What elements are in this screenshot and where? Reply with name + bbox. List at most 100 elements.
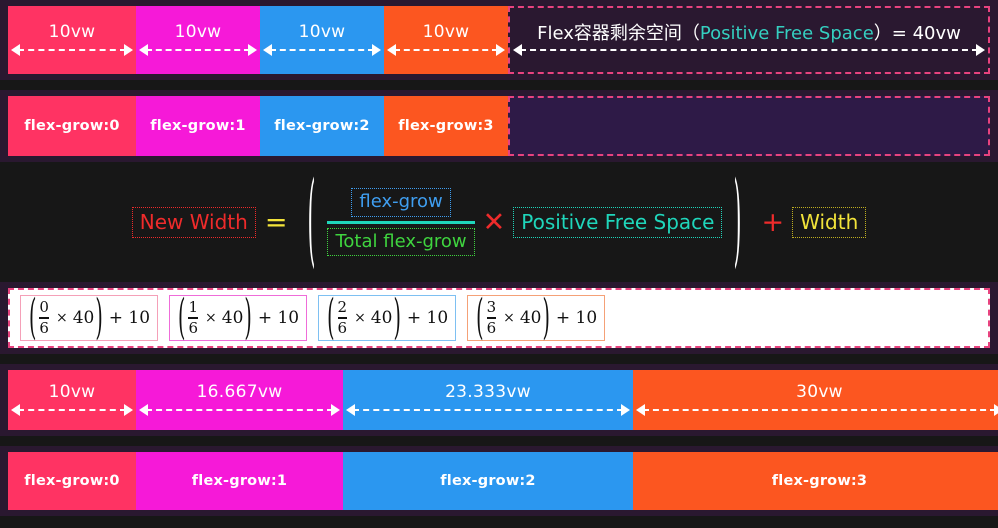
flex-grow-label: flex-grow:1 [191,473,288,489]
formula-equals: = [264,206,288,238]
measure-arrow [513,44,985,56]
fraction-bar [327,220,475,224]
formula-open-paren: ( [308,163,316,281]
calc-close-paren: ) [244,290,252,346]
size-label: 10vw [48,22,96,42]
measure-arrow [636,404,998,416]
calc-multiply-icon: × [205,310,217,326]
flex-grow-label: flex-grow:2 [274,118,370,134]
flex-grow-label: flex-grow:3 [398,118,494,134]
flex-grow-label: flex-grow:3 [771,473,868,489]
calc-fraction: 2 6 [337,298,348,337]
measure-arrow [387,44,505,56]
calculation-box: ( 2 6 × 40 ) + 10 [318,291,457,346]
calc-tail: + 10 [108,308,151,328]
flex-grow-cell: flex-grow:0 [8,96,136,156]
size-label: 10vw [174,22,222,42]
flex-grow-cell: flex-grow:1 [136,452,343,510]
calc-factor: 40 [370,308,393,328]
size-segment: 10vw [8,6,136,74]
section-divider [0,436,998,446]
calc-factor: 40 [221,308,244,328]
formula-width: Width [792,206,867,238]
flex-grow-cell: flex-grow:0 [8,452,136,510]
flex-grow-cell: flex-grow:3 [633,452,998,510]
size-segment: 23.333vw [343,370,633,430]
flex-grow-empty-space [508,96,990,156]
calc-numerator: 0 [39,298,49,317]
calc-open-paren: ( [178,290,186,346]
size-segment: 10vw [260,6,384,74]
flex-grow-cell: flex-grow:1 [136,96,260,156]
formula-region: New Width = ( flex-grow Total flex-grow … [0,162,998,282]
free-space-region: Flex容器剩余空间（Positive Free Space）= 40vw [508,6,990,74]
section-divider [0,80,998,90]
calc-tail: + 10 [257,308,300,328]
size-label: 30vw [796,382,843,402]
calculations-row: ( 0 6 × 40 ) + 10 ( 1 6 × 40 ) + 10 (2 … [0,282,998,354]
flex-grow-cell: flex-grow:2 [343,452,633,510]
free-space-accent: Positive Free Space [699,23,874,44]
size-segment: 10vw [136,6,260,74]
calc-tail: + 10 [555,308,598,328]
formula-fraction: flex-grow Total flex-grow [327,187,475,257]
initial-sizes-row: 10vw 10vw 10vw 10vw Flex容器剩余空间（Positive … [0,0,998,80]
calc-fraction: 0 6 [39,300,49,335]
measure-arrow [139,44,257,56]
measure-arrow [139,404,340,416]
calc-open-paren: ( [476,290,484,346]
calc-open-paren: ( [327,290,335,346]
new-sizes-row: 10vw 16.667vw 23.333vw 30vw [0,364,998,436]
formula-numerator: flex-grow [351,187,451,217]
size-label: 10vw [422,22,470,42]
calc-denominator: 6 [337,318,348,337]
calc-close-paren: ) [542,290,550,346]
formula-close-paren: ) [734,163,742,281]
calc-fraction: 3 6 [486,298,497,337]
calc-denominator: 6 [486,318,497,337]
flex-grow-label: flex-grow:0 [24,473,120,489]
calc-factor: 40 [519,308,542,328]
calculations-panel: ( 0 6 × 40 ) + 10 ( 1 6 × 40 ) + 10 (2 … [8,288,990,348]
size-segment: 10vw [8,370,136,430]
measure-arrow [263,44,381,56]
calculation-box: ( 1 6 × 40 ) + 10 [169,291,308,346]
formula-denominator: Total flex-grow [327,227,475,257]
section-divider [0,354,998,364]
size-label: 16.667vw [196,382,283,402]
calc-numerator: 1 [188,298,199,317]
formula-plus-icon: + [761,206,785,238]
formula-new-width: New Width [131,206,256,238]
measure-arrow [346,404,630,416]
flex-grow-result-row: flex-grow:0 flex-grow:1 flex-grow:2 flex… [0,446,998,516]
calc-denominator: 6 [188,318,199,337]
measure-arrow [11,44,133,56]
calc-multiply-icon: × [503,310,515,326]
free-space-prefix: Flex容器剩余空间（ [537,23,700,44]
formula-positive-free-space: Positive Free Space [513,206,723,238]
free-space-label: Flex容器剩余空间（Positive Free Space）= 40vw [537,19,961,45]
calc-fraction: 1 6 [188,298,199,337]
flex-grow-label: flex-grow:2 [440,473,536,489]
size-label: 10vw [298,22,346,42]
size-label: 10vw [48,382,96,402]
calc-numerator: 3 [486,298,497,317]
flex-grow-cell: flex-grow:3 [384,96,508,156]
calculation-box: ( 0 6 × 40 ) + 10 [20,291,159,346]
size-label: 23.333vw [445,382,531,402]
formula-multiply-icon: ✕ [482,206,506,238]
size-segment: 30vw [633,370,998,430]
calc-multiply-icon: × [354,310,366,326]
calculation-box: ( 3 6 × 40 ) + 10 [467,291,606,346]
calc-tail: + 10 [406,308,449,328]
calc-close-paren: ) [95,290,103,346]
calc-open-paren: ( [29,290,37,346]
flex-grow-declaration-row: flex-grow:0 flex-grow:1 flex-grow:2 flex… [0,90,998,162]
calc-denominator: 6 [39,318,49,337]
measure-arrow [11,404,133,416]
calc-numerator: 2 [337,298,348,317]
size-segment: 16.667vw [136,370,343,430]
flex-grow-label: flex-grow:1 [150,118,246,134]
calc-factor: 40 [72,308,95,328]
size-segment: 10vw [384,6,508,74]
